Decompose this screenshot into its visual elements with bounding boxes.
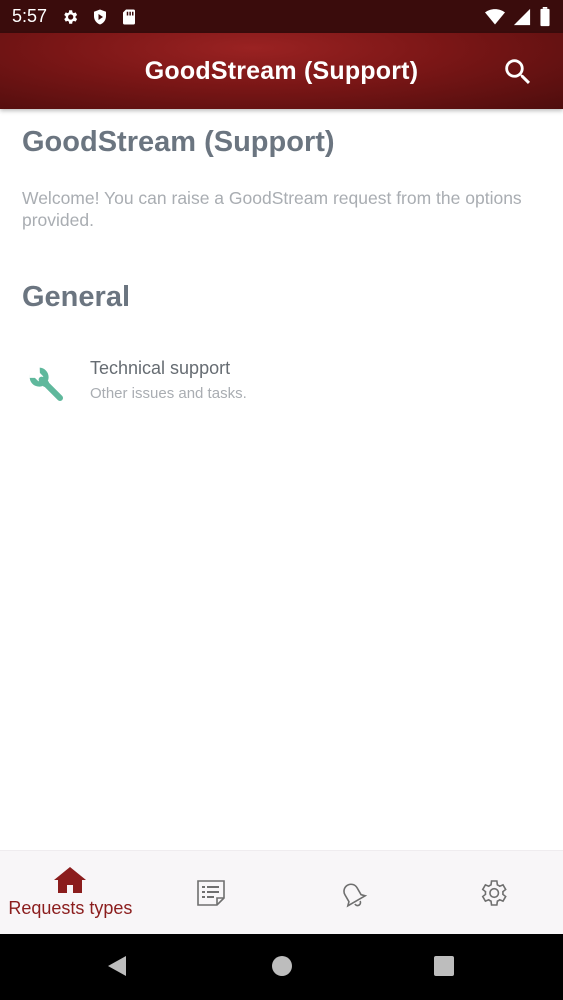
wrench-icon xyxy=(24,362,72,410)
nav-item-settings[interactable] xyxy=(422,851,563,934)
signal-icon xyxy=(513,8,531,26)
main-content: GoodStream (Support) Welcome! You can ra… xyxy=(22,109,542,410)
home-circle-icon xyxy=(272,956,292,976)
status-right-icons xyxy=(485,6,551,27)
play-protect-icon xyxy=(91,8,109,26)
gear-icon xyxy=(61,8,79,26)
back-icon xyxy=(108,956,126,976)
app-bar-title: GoodStream (Support) xyxy=(144,56,419,85)
requests-list-icon xyxy=(197,879,225,906)
status-bar: 5:57 xyxy=(0,0,563,33)
wifi-icon xyxy=(485,8,505,26)
home-button[interactable] xyxy=(270,954,294,983)
request-type-subtitle: Other issues and tasks. xyxy=(90,385,247,402)
nav-label-requests-types: Requests types xyxy=(8,898,133,918)
status-time: 5:57 xyxy=(12,6,48,26)
nav-item-my-requests[interactable] xyxy=(141,851,282,934)
section-title-general: General xyxy=(22,281,130,313)
settings-gear-icon xyxy=(481,879,507,906)
request-type-title: Technical support xyxy=(90,358,231,378)
welcome-text: Welcome! You can raise a GoodStream requ… xyxy=(22,188,522,230)
nav-item-notifications[interactable] xyxy=(282,851,423,934)
home-icon xyxy=(54,867,87,893)
request-type-technical-support[interactable]: Technical support Other issues and tasks… xyxy=(22,356,542,410)
back-button[interactable] xyxy=(106,954,130,983)
search-icon xyxy=(505,59,531,85)
notifications-bell-icon xyxy=(343,883,368,907)
request-type-text: Technical support Other issues and tasks… xyxy=(90,356,247,402)
nav-item-requests-types[interactable]: Requests types xyxy=(0,851,141,934)
page-title: GoodStream (Support) xyxy=(22,126,335,158)
app-bar: GoodStream (Support) xyxy=(0,33,563,109)
status-left-icons xyxy=(61,8,137,26)
sd-card-icon xyxy=(121,8,137,26)
bottom-nav: Requests types xyxy=(0,850,563,934)
recents-button[interactable] xyxy=(432,954,456,983)
recents-icon xyxy=(434,956,454,976)
system-nav-bar xyxy=(0,934,563,1000)
search-button[interactable] xyxy=(501,55,535,89)
battery-icon xyxy=(539,6,551,27)
